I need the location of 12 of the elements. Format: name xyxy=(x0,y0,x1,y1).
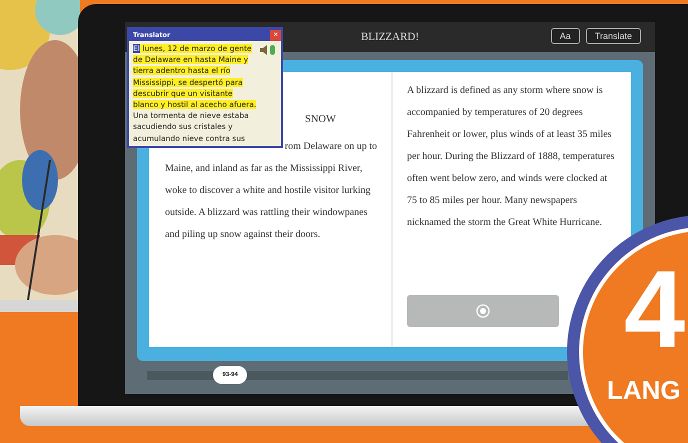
page-paragraph: A blizzard is defined as any storm where snow is accompanied by temperatures of 20 degrees Fahrenheit or lower, plus winds of at least 35 miles per hour. During the Blizzard of 1888, temperatures often went below zero, and winds were clocked at 75 to 85 miles per hour. Many newspapers nicknamed the storm the Great White Hurricane. xyxy=(407,84,616,230)
badge-text: LANG xyxy=(607,375,681,406)
font-size-button[interactable]: Aa xyxy=(550,28,580,44)
text-line: rom Delaware on up to xyxy=(284,141,377,152)
speaker-icon[interactable] xyxy=(259,44,277,56)
book-title: BLIZZARD! xyxy=(360,31,420,43)
badge-number: 4 xyxy=(624,255,686,365)
translate-button[interactable]: Translate xyxy=(586,28,641,44)
close-button[interactable]: × xyxy=(270,30,281,40)
chapter-heading: SNOW xyxy=(305,114,336,125)
record-icon xyxy=(476,304,490,318)
page-paragraph: Maine, and inland as far as the Mississippi River, woke to discover a white and hostile visitor lurking outside. A blizzard was rattling their windowpanes and piling up snow against their doors. xyxy=(165,162,372,242)
